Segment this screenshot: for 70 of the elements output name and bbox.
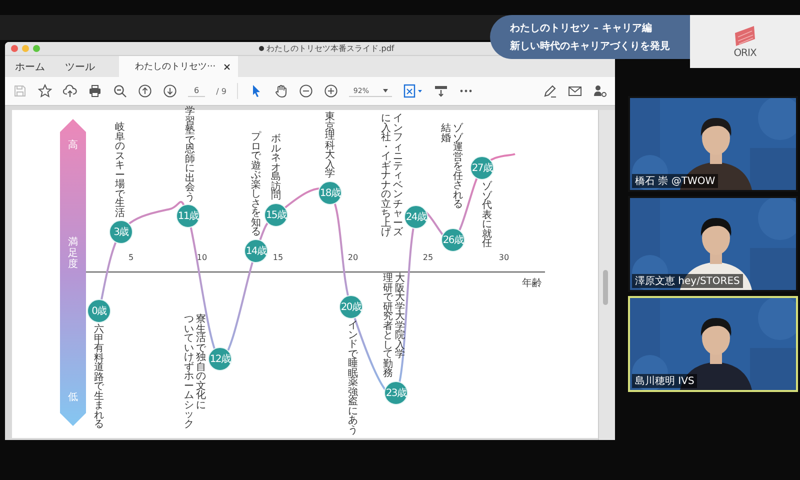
upload-cloud-icon[interactable] [63,84,77,98]
event-caption: に入社・イギナナの立ち上げ [381,114,391,238]
close-icon[interactable] [224,64,230,70]
event-caption: 寮生活で独自の文化に [196,315,206,410]
star-icon[interactable] [38,84,52,98]
age-marker: 12歳 [208,347,232,371]
axis-label: 年齢 [522,276,542,290]
banner-text: 新しい時代のキャリアづくりを発見 [510,39,671,53]
age-marker: 27歳 [470,156,494,180]
previous-page-icon[interactable] [138,84,152,98]
event-caption: ボルネオ島訪問 [271,134,281,201]
tick-label: 5 [128,253,134,262]
banner-text: わたしのトリセツ – キャリア編 [510,22,653,35]
logo-text: ORIX [734,48,756,58]
participant-name: 澤原文恵 hey/STORES [632,274,743,288]
page-total: / 9 [216,86,226,96]
document-tab[interactable]: わたしのトリセツ··· [119,56,238,77]
tick-label: 15 [272,253,284,262]
document-dot-icon [258,46,264,51]
age-marker: 18歳 [318,181,342,205]
event-caption: 結婚 [441,124,451,143]
event-caption: ついていけずホームシック [184,315,194,429]
zoom-icon[interactable] [113,84,127,98]
tick-label: 20 [348,253,358,262]
scale-low-label: 低 [68,392,78,403]
age-marker: 20歳 [339,295,363,319]
age-marker: 15歳 [264,203,288,227]
scale-title: 満足度 [68,237,78,270]
age-marker: 3歳 [109,220,133,244]
window-title: わたしのトリセツ本番スライド.pdf [266,43,394,54]
logo-mark-icon [732,24,758,46]
event-caption: 東京理科大入学 [325,112,335,179]
event-caption: 理研で研究者として勤務 [383,274,393,378]
event-caption: 学習塾で恩師に出会う [185,107,195,202]
mail-icon[interactable] [568,84,582,98]
page-number-field[interactable]: 6 [188,85,206,97]
scrollbar-thumb[interactable] [603,270,608,305]
age-marker: 11歳 [176,204,200,228]
zoom-in-icon[interactable] [324,84,338,98]
window-close-button[interactable] [11,45,18,52]
age-marker: 24歳 [404,205,428,229]
age-marker: 26歳 [441,228,465,252]
participant-name: 橋石 崇 @TWOW [632,174,718,188]
age-marker: 0歳 [87,299,111,323]
zoom-out-icon[interactable] [299,84,314,98]
tick-label: 30 [498,253,510,262]
print-icon[interactable] [88,84,102,98]
event-caption: インフィニティベンチャーズ [393,114,403,238]
caret-icon [382,88,388,92]
page-fit-icon[interactable] [402,84,423,98]
event-caption: ゾゾ運営を任される [453,124,463,210]
age-marker: 23歳 [384,381,408,405]
scale-high-label: 高 [68,140,78,151]
participant-name: 島川穂明 IVS [632,374,698,388]
nav-menu-item[interactable]: ツール [55,56,105,77]
tick-label: 10 [196,253,208,262]
event-caption: 六甲有料道路で生まれる [94,325,104,430]
event-caption: プロで遊ぶ楽しさを知る [251,132,261,237]
tick-label: 25 [422,253,434,262]
event-caption: 大阪大学大学院入学 [395,274,405,360]
pen-icon[interactable] [543,84,557,98]
person-add-icon[interactable] [593,84,607,98]
hand-tool[interactable] [274,84,288,98]
redact-icon[interactable] [434,84,448,98]
event-caption: 岐阜のスキー場で生活 [115,123,125,218]
nav-menu-item[interactable]: ホーム [5,56,55,77]
age-marker: 14歳 [244,239,268,263]
event-caption: インドで睡眠薬強盗にあう [348,321,358,435]
next-page-icon[interactable] [163,84,177,98]
event-caption: ゾゾ代表に就任 [482,182,492,248]
